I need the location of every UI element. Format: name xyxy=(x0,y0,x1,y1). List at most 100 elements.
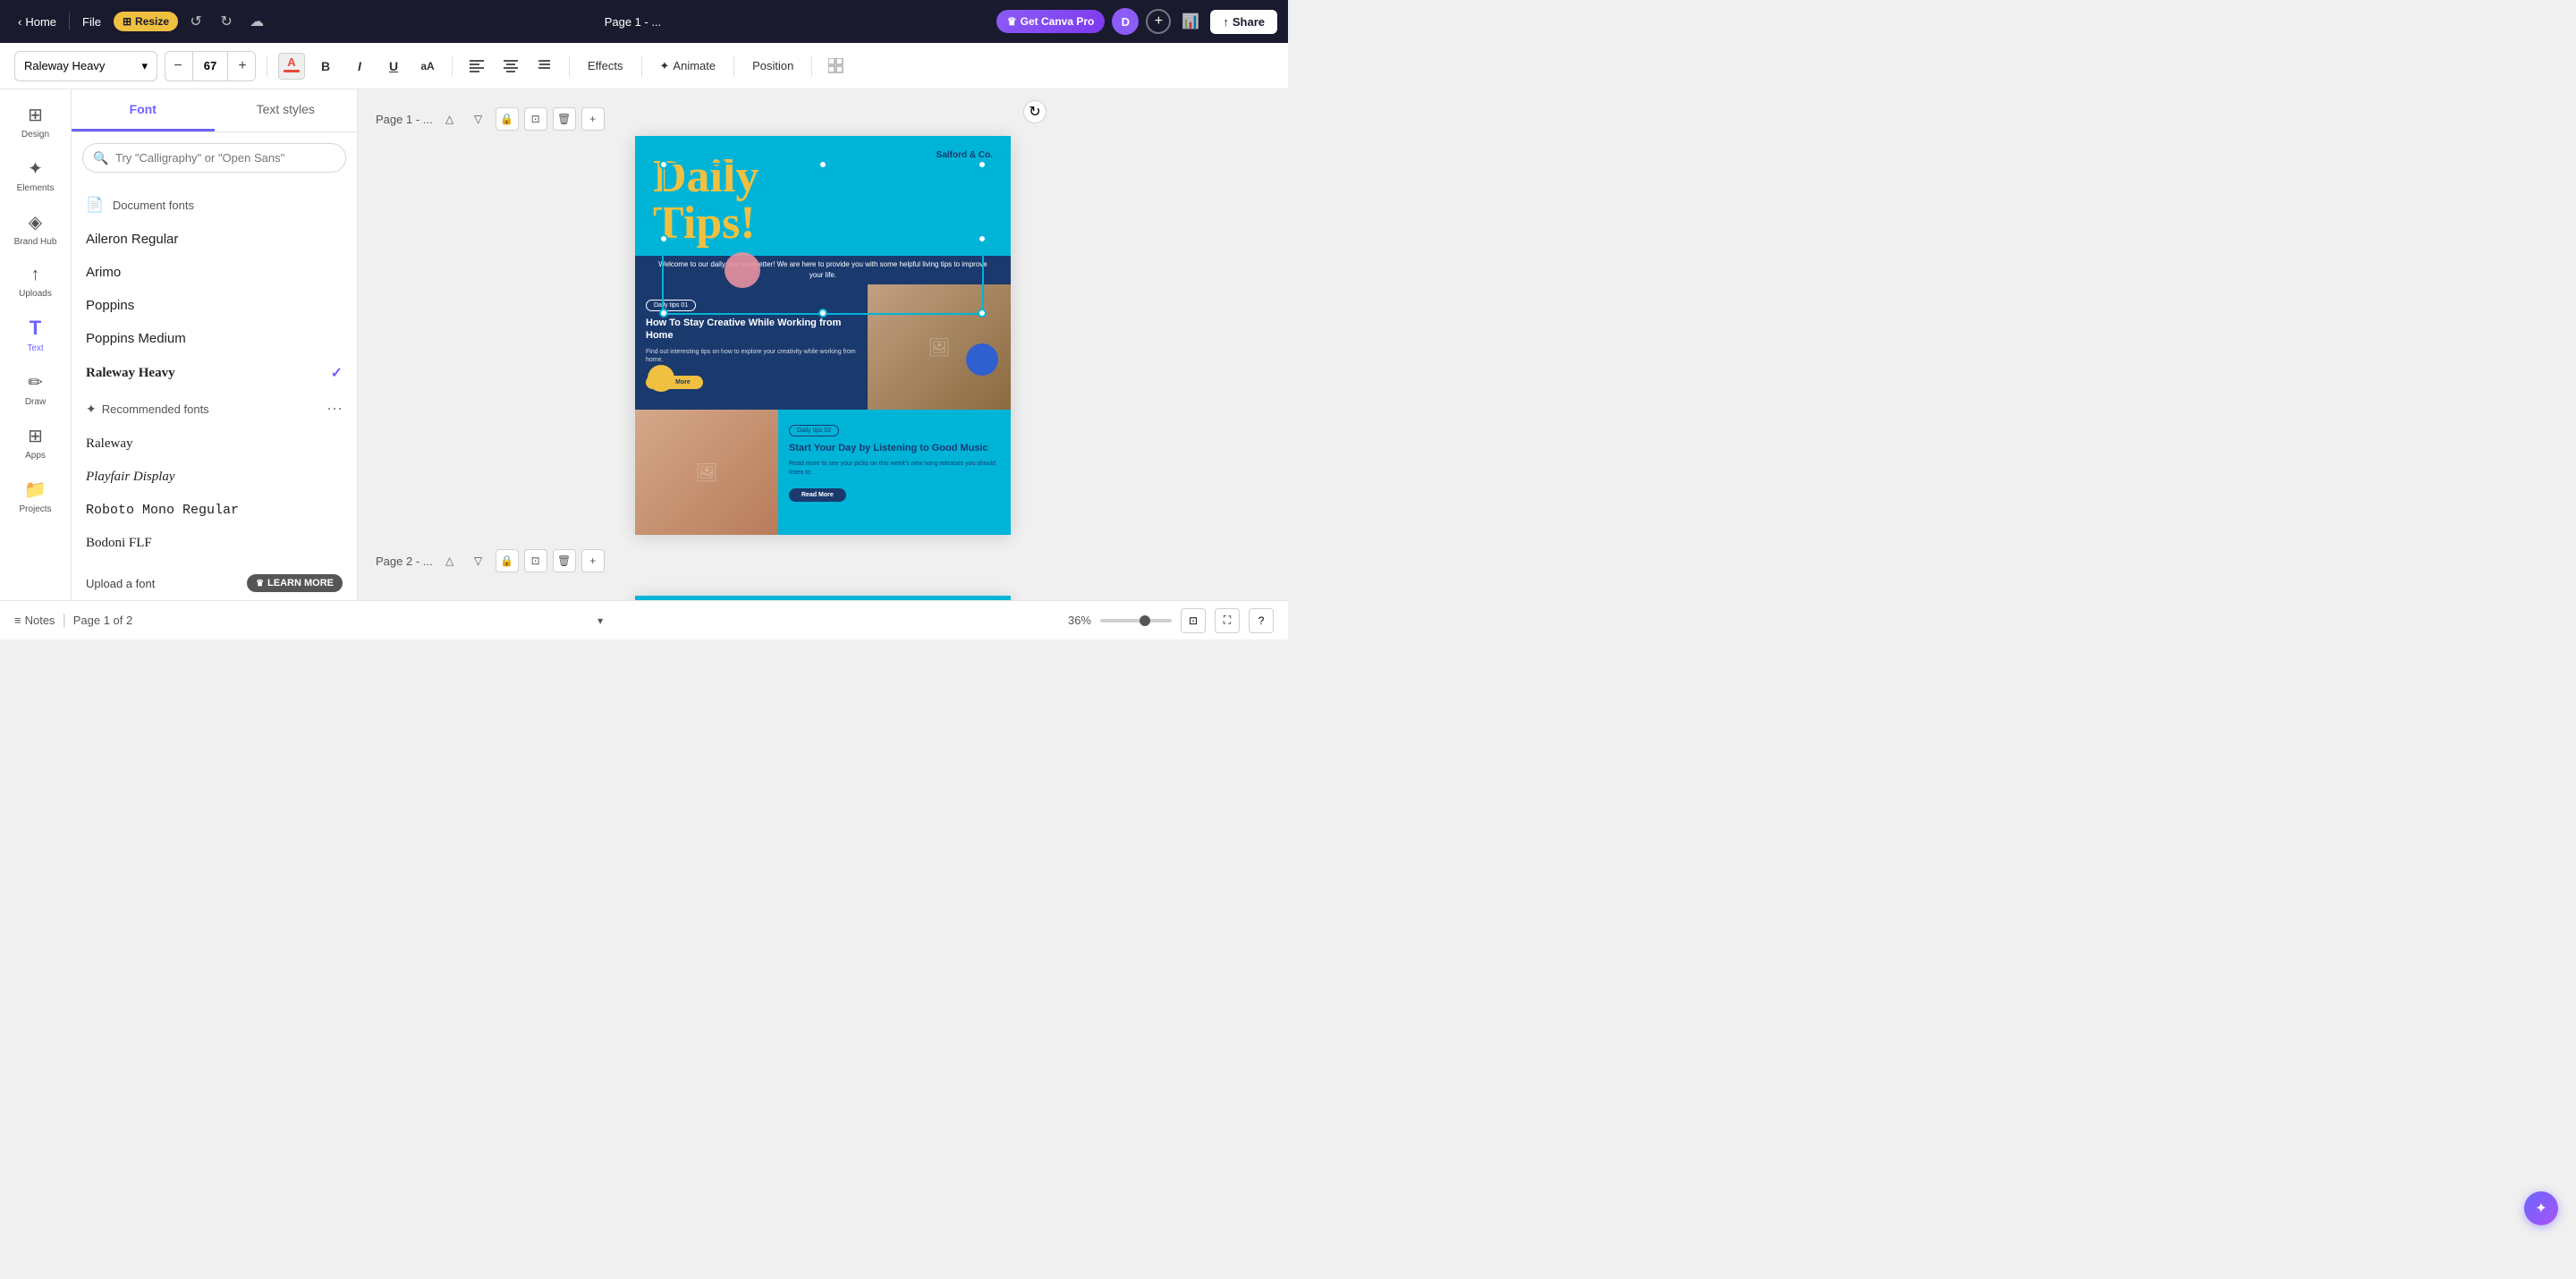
more-options-button[interactable]: ⋯ xyxy=(326,400,343,419)
home-button[interactable]: ‹ Home xyxy=(11,12,64,32)
card2-image: 🖼 xyxy=(635,410,778,535)
learn-more-button[interactable]: ♛ LEARN MORE xyxy=(247,574,343,592)
bold-button[interactable]: B xyxy=(312,53,339,80)
page2-collapse-down-button[interactable]: ▽ xyxy=(467,549,490,572)
page-indicator: Page 1 of 2 xyxy=(73,614,133,627)
line-spacing-button[interactable] xyxy=(531,53,558,80)
sidebar-item-draw[interactable]: ✏ Draw xyxy=(5,364,66,414)
notes-button[interactable]: ≡ Notes xyxy=(14,614,55,627)
text-case-button[interactable]: aA xyxy=(414,53,441,80)
position-button[interactable]: Position xyxy=(745,55,801,76)
fit-page-button[interactable]: ⊡ xyxy=(1181,608,1206,633)
sidebar-item-uploads[interactable]: ↑ Uploads xyxy=(5,258,66,306)
font-item-playfair[interactable]: Playfair Display xyxy=(72,461,357,494)
effects-button[interactable]: Effects xyxy=(580,55,631,76)
sidebar-item-design[interactable]: ⊞ Design xyxy=(5,97,66,147)
page1-duplicate-button[interactable]: ⊡ xyxy=(524,107,547,131)
font-selector[interactable]: Raleway Heavy ▾ xyxy=(14,51,157,81)
rotation-handle[interactable]: ↻ xyxy=(1023,100,1046,123)
page1-add-button[interactable]: + xyxy=(581,107,605,131)
card2: 🖼 Daily tips 02 Start Your Day by Listen… xyxy=(635,410,1011,535)
sidebar-item-apps[interactable]: ⊞ Apps xyxy=(5,418,66,468)
projects-icon: 📁 xyxy=(24,479,47,501)
font-size-control: − + xyxy=(165,51,256,81)
sidebar-item-elements[interactable]: ✦ Elements xyxy=(5,150,66,200)
bottom-left: ≡ Notes | Page 1 of 2 xyxy=(14,613,132,629)
page1-delete-button[interactable]: 🗑 xyxy=(553,107,576,131)
italic-button[interactable]: I xyxy=(346,53,373,80)
font-item-poppins[interactable]: Poppins xyxy=(72,289,357,322)
decrease-size-button[interactable]: − xyxy=(165,52,191,80)
cloud-save-button[interactable]: ☁ xyxy=(244,9,269,34)
card2-read-more-button[interactable]: Read More xyxy=(789,488,846,502)
document-title: Page 1 - ... xyxy=(276,15,989,29)
left-sidebar: ⊞ Design ✦ Elements ◈ Brand Hub ↑ Upload… xyxy=(0,89,72,600)
circle-blue xyxy=(966,343,998,376)
card2-desc: Read more to see your picks on this week… xyxy=(789,460,1000,478)
font-item-raleway[interactable]: Raleway xyxy=(72,428,357,461)
card1-badge: Daily tips 01 xyxy=(646,300,696,311)
zoom-thumb[interactable] xyxy=(1140,615,1150,626)
animate-button[interactable]: ✦ Animate xyxy=(653,55,724,77)
page1-collapse-up-button[interactable]: △ xyxy=(438,107,462,131)
font-item-bodoni[interactable]: Bodoni FLF xyxy=(72,527,357,560)
help-button[interactable]: ? xyxy=(1249,608,1274,633)
align-left-button[interactable] xyxy=(463,53,490,80)
grid-button[interactable] xyxy=(823,53,850,80)
get-pro-button[interactable]: ♛ Get Canva Pro xyxy=(996,10,1105,33)
text-color-button[interactable]: A xyxy=(278,53,305,80)
separator-6 xyxy=(811,55,812,77)
page1-lock-button[interactable]: 🔒 xyxy=(496,107,519,131)
font-item-roboto-mono[interactable]: Roboto Mono Regular xyxy=(72,494,357,527)
zoom-level: 36% xyxy=(1068,614,1091,627)
text-color-icon: A xyxy=(287,55,295,69)
sidebar-item-brand-hub[interactable]: ◈ Brand Hub xyxy=(5,204,66,254)
add-button[interactable]: + xyxy=(1146,9,1171,34)
font-list: 📄 Document fonts Aileron Regular Arimo P… xyxy=(72,183,357,600)
sidebar-item-text[interactable]: T Text xyxy=(5,309,66,360)
page1-collapse-down-button[interactable]: ▽ xyxy=(467,107,490,131)
align-center-icon xyxy=(504,60,518,72)
underline-button[interactable]: U xyxy=(380,53,407,80)
newsletter-intro: Welcome to our daily tips newsletter! We… xyxy=(635,256,1011,284)
chart-icon-button[interactable]: 📊 xyxy=(1178,9,1203,34)
search-input[interactable] xyxy=(82,143,346,173)
chevron-down-icon: ▾ xyxy=(141,59,148,73)
page2-delete-button[interactable]: 🗑 xyxy=(553,549,576,572)
card2-image-placeholder: 🖼 xyxy=(635,410,778,535)
font-item-arimo[interactable]: Arimo xyxy=(72,256,357,289)
increase-size-button[interactable]: + xyxy=(230,52,255,80)
resize-button[interactable]: ⊞ Resize xyxy=(114,12,178,31)
card1-content: Daily tips 01 How To Stay Creative While… xyxy=(635,284,868,410)
font-item-poppins-medium[interactable]: Poppins Medium xyxy=(72,322,357,355)
toolbar: Raleway Heavy ▾ − + A B I U aA Effects ✦… xyxy=(0,43,1288,89)
notes-icon: ≡ xyxy=(14,614,21,627)
tab-text-styles[interactable]: Text styles xyxy=(215,89,358,131)
canvas-page1[interactable]: ↻ Salford & Co. xyxy=(635,136,1011,535)
zoom-slider[interactable] xyxy=(1100,619,1172,623)
tab-font[interactable]: Font xyxy=(72,89,215,131)
font-item-raleway-heavy[interactable]: Raleway Heavy ✓ xyxy=(72,355,357,391)
font-item-aileron[interactable]: Aileron Regular xyxy=(72,223,357,256)
page2-duplicate-button[interactable]: ⊡ xyxy=(524,549,547,572)
text-icon: T xyxy=(30,317,41,340)
card2-content: Daily tips 02 Start Your Day by Listenin… xyxy=(778,410,1011,535)
align-center-button[interactable] xyxy=(497,53,524,80)
font-size-input[interactable] xyxy=(192,52,228,80)
bottom-center: ▾ xyxy=(589,609,612,632)
canvas-page2[interactable] xyxy=(635,596,1011,600)
apps-icon: ⊞ xyxy=(28,425,43,447)
font-upload-section: Upload a font ♛ LEARN MORE xyxy=(72,563,357,600)
page2-lock-button[interactable]: 🔒 xyxy=(496,549,519,572)
collapse-pages-button[interactable]: ▾ xyxy=(589,609,612,632)
fullscreen-button[interactable]: ⛶ xyxy=(1215,608,1240,633)
page2-collapse-up-button[interactable]: △ xyxy=(438,549,462,572)
file-button[interactable]: File xyxy=(75,12,108,32)
page2-add-button[interactable]: + xyxy=(581,549,605,572)
undo-button[interactable]: ↺ xyxy=(183,9,208,34)
sidebar-item-projects[interactable]: 📁 Projects xyxy=(5,471,66,521)
avatar[interactable]: D xyxy=(1112,8,1139,35)
redo-button[interactable]: ↻ xyxy=(214,9,239,34)
canvas-area[interactable]: Page 1 - ... △ ▽ 🔒 ⊡ 🗑 + ↻ xyxy=(358,89,1288,600)
share-button[interactable]: ↑ Share xyxy=(1210,10,1277,34)
